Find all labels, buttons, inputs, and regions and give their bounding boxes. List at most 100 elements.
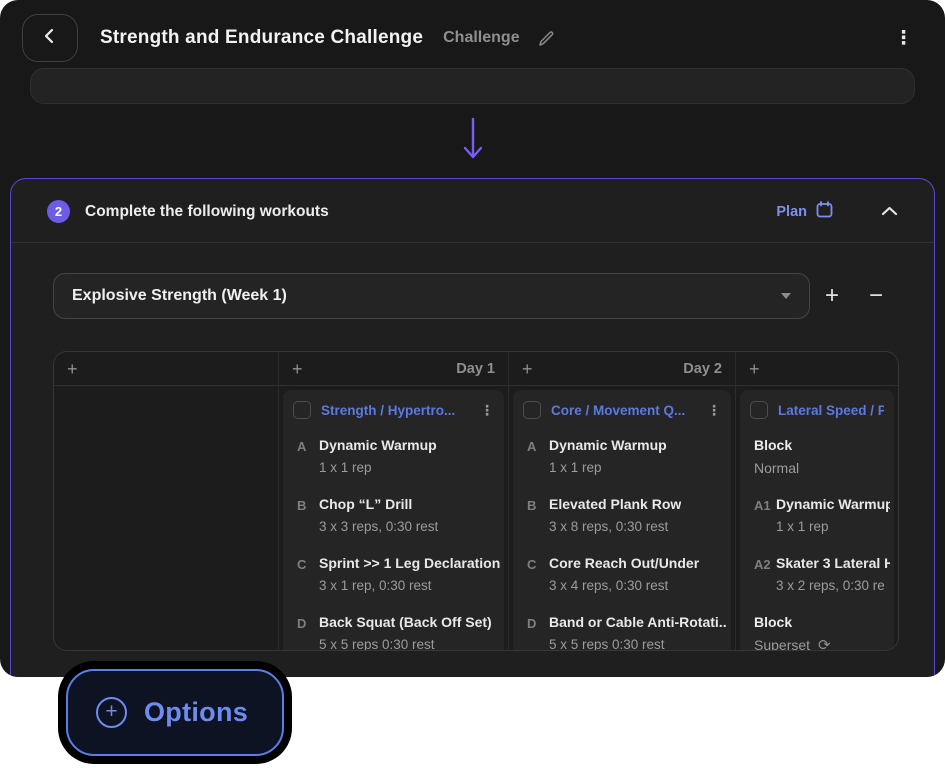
exercise-name: Dynamic Warmup <box>549 437 667 453</box>
app-header: Strength and Endurance Challenge Challen… <box>0 0 945 66</box>
exercise-detail: 3 x 3 reps, 0:30 rest <box>319 519 438 534</box>
page-title: Strength and Endurance Challenge <box>100 27 423 49</box>
board-header-cell-2: + Day 2 <box>509 352 736 386</box>
exercise-row[interactable]: A Dynamic Warmup 1 x 1 rep <box>283 428 504 487</box>
block-type: Normal <box>754 460 890 476</box>
workout-board: + + Day 1 + Day 2 + <box>53 351 899 651</box>
exercise-detail: 1 x 1 rep <box>319 460 437 475</box>
exercise-name: Core Reach Out/Under <box>549 555 699 571</box>
options-button-label: Options <box>144 697 248 728</box>
exercise-label: C <box>517 555 549 605</box>
step-card: 2 Complete the following workouts Plan E… <box>10 178 935 677</box>
exercise-name: Elevated Plank Row <box>549 496 681 512</box>
exercise-label: C <box>287 555 319 605</box>
remove-week-button[interactable]: − <box>854 284 898 308</box>
workout-card-header: Lateral Speed / Ply <box>740 390 894 428</box>
exercise-name: Skater 3 Lateral Ho <box>776 555 890 571</box>
exercise-row[interactable]: D Band or Cable Anti-Rotati... 5 x 5 rep… <box>513 605 731 650</box>
exercise-label: B <box>517 496 549 546</box>
page-type-label: Challenge <box>443 29 519 47</box>
board-cell-day2: Core / Movement Q... ⋮ A Dynamic Warmup … <box>509 386 736 650</box>
options-button[interactable]: + Options <box>66 669 284 756</box>
edit-pencil-icon[interactable] <box>537 29 556 48</box>
board-header-cell-3: + <box>736 352 898 386</box>
exercise-label: A <box>287 437 319 487</box>
block-row[interactable]: Block Normal <box>740 428 894 487</box>
workout-title[interactable]: Lateral Speed / Ply <box>778 403 884 418</box>
exercise-label: A <box>517 437 549 487</box>
plan-label: Plan <box>776 204 807 220</box>
add-workout-icon[interactable]: + <box>522 360 533 378</box>
exercise-detail: 3 x 2 reps, 0:30 re <box>776 578 890 593</box>
exercise-name: Band or Cable Anti-Rotati... <box>549 614 727 630</box>
exercise-label: B <box>287 496 319 546</box>
workout-card-header: Core / Movement Q... ⋮ <box>513 390 731 428</box>
exercise-detail: 1 x 1 rep <box>776 519 890 534</box>
exercise-row[interactable]: B Elevated Plank Row 3 x 8 reps, 0:30 re… <box>513 487 731 546</box>
exercise-name: Sprint >> 1 Leg Declarations <box>319 555 500 571</box>
header-kebab-menu-icon[interactable]: ⋮ <box>890 25 917 52</box>
exercise-label: D <box>287 614 319 650</box>
block-type-label: Superset <box>754 637 810 650</box>
exercise-label: A1 <box>744 496 776 546</box>
workout-kebab-menu-icon[interactable]: ⋮ <box>480 402 494 419</box>
exercise-row[interactable]: C Core Reach Out/Under 3 x 4 reps, 0:30 … <box>513 546 731 605</box>
superset-cycle-icon: ⟳ <box>818 638 831 651</box>
day-label: Day 2 <box>683 361 722 377</box>
caret-down-icon <box>781 293 791 299</box>
block-row[interactable]: Block Superset ⟳ <box>740 605 894 650</box>
exercise-name: Back Squat (Back Off Set) <box>319 614 492 630</box>
add-workout-icon[interactable]: + <box>67 360 78 378</box>
exercise-row[interactable]: D Back Squat (Back Off Set) 5 x 5 reps 0… <box>283 605 504 650</box>
exercise-row[interactable]: A Dynamic Warmup 1 x 1 rep <box>513 428 731 487</box>
board-header-cell-0: + <box>54 352 279 386</box>
workout-card-header: Strength / Hypertro... ⋮ <box>283 390 504 428</box>
collapse-step-button[interactable] <box>881 203 898 221</box>
options-highlight-ring: + Options <box>58 661 292 764</box>
exercise-label: A2 <box>744 555 776 605</box>
add-workout-icon[interactable]: + <box>292 360 303 378</box>
workout-title[interactable]: Core / Movement Q... <box>551 403 697 418</box>
step-card-header: 2 Complete the following workouts Plan <box>11 179 934 243</box>
board-header-cell-1: + Day 1 <box>279 352 509 386</box>
board-cell-day1: Strength / Hypertro... ⋮ A Dynamic Warmu… <box>279 386 509 650</box>
back-button[interactable] <box>22 14 78 62</box>
exercise-row[interactable]: B Chop “L” Drill 3 x 3 reps, 0:30 rest <box>283 487 504 546</box>
block-title: Block <box>754 437 890 453</box>
exercise-detail: 5 x 5 reps 0:30 rest <box>319 637 492 650</box>
block-title: Block <box>754 614 890 630</box>
exercise-row[interactable]: A1 Dynamic Warmup 1 x 1 rep <box>740 487 894 546</box>
exercise-detail: 3 x 8 reps, 0:30 rest <box>549 519 681 534</box>
app-window: Strength and Endurance Challenge Challen… <box>0 0 945 677</box>
board-cell-empty[interactable] <box>54 386 279 650</box>
block-type: Superset ⟳ <box>754 637 890 650</box>
add-week-button[interactable]: + <box>810 284 854 308</box>
workout-card-day2[interactable]: Core / Movement Q... ⋮ A Dynamic Warmup … <box>513 390 731 650</box>
exercise-name: Chop “L” Drill <box>319 496 438 512</box>
workout-title[interactable]: Strength / Hypertro... <box>321 403 470 418</box>
plan-button[interactable]: Plan <box>776 201 833 222</box>
step-number-badge: 2 <box>47 200 70 223</box>
calendar-icon <box>816 201 833 222</box>
workout-card-day3[interactable]: Lateral Speed / Ply Block Normal A1 Dyna… <box>740 390 894 650</box>
workout-kebab-menu-icon[interactable]: ⋮ <box>707 402 721 419</box>
workout-checkbox[interactable] <box>750 401 768 419</box>
chevron-left-icon <box>43 28 57 49</box>
step-card-body: Explosive Strength (Week 1) + − + + Day … <box>11 243 934 651</box>
collapsed-step-card[interactable] <box>30 68 915 104</box>
workout-card-day1[interactable]: Strength / Hypertro... ⋮ A Dynamic Warmu… <box>283 390 504 650</box>
exercise-name: Dynamic Warmup <box>776 496 890 512</box>
add-workout-icon[interactable]: + <box>749 360 760 378</box>
workout-checkbox[interactable] <box>523 401 541 419</box>
workout-checkbox[interactable] <box>293 401 311 419</box>
exercise-row[interactable]: C Sprint >> 1 Leg Declarations 3 x 1 rep… <box>283 546 504 605</box>
exercise-detail: 3 x 4 reps, 0:30 rest <box>549 578 699 593</box>
day-label: Day 1 <box>456 361 495 377</box>
week-select-dropdown[interactable]: Explosive Strength (Week 1) <box>53 273 810 319</box>
exercise-detail: 5 x 5 reps 0:30 rest <box>549 637 727 650</box>
exercise-label: D <box>517 614 549 650</box>
flow-down-arrow-icon <box>0 117 945 161</box>
week-selector-row: Explosive Strength (Week 1) + − <box>53 273 898 319</box>
board-cell-day3: Lateral Speed / Ply Block Normal A1 Dyna… <box>736 386 898 650</box>
exercise-row[interactable]: A2 Skater 3 Lateral Ho 3 x 2 reps, 0:30 … <box>740 546 894 605</box>
